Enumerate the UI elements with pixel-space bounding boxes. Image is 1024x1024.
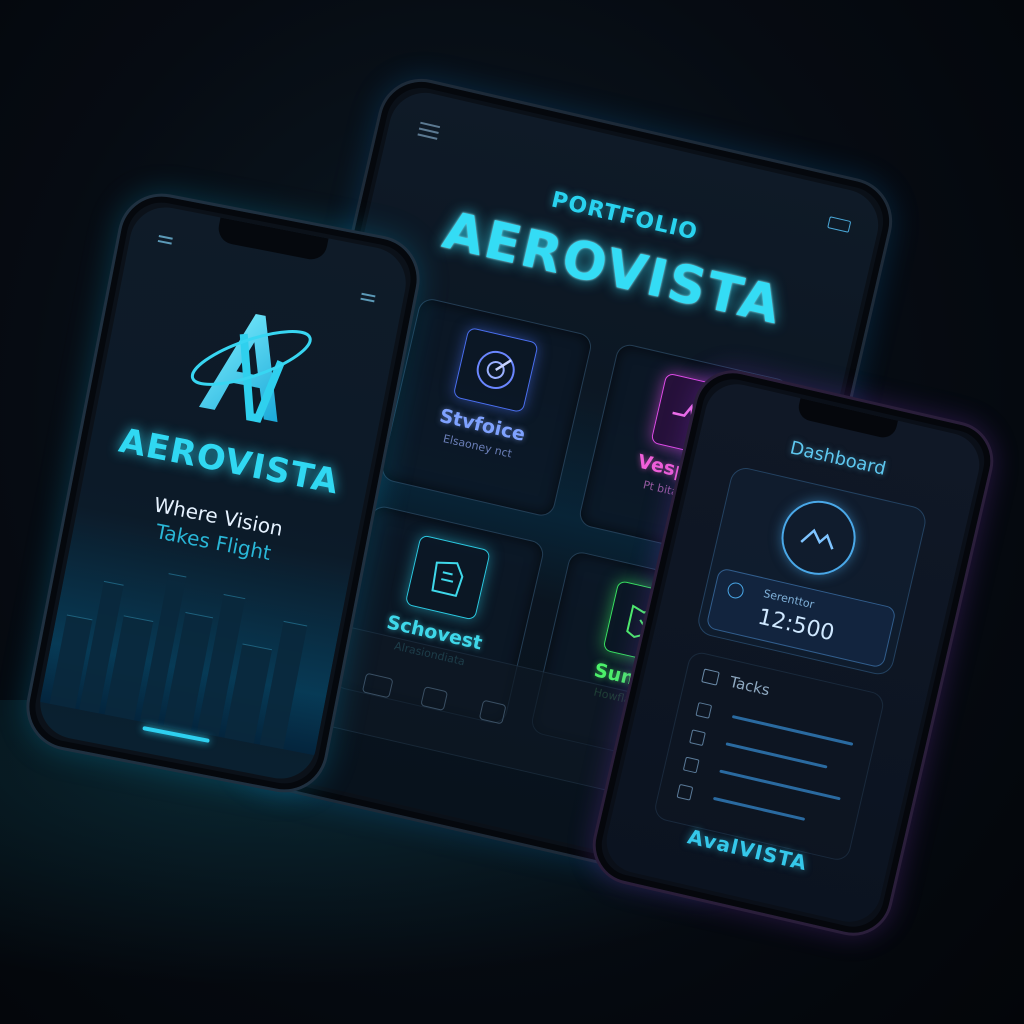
- dashboard-card: Serenttor 12:500: [695, 464, 929, 678]
- document-icon: [404, 534, 491, 621]
- menu-icon[interactable]: [157, 232, 173, 247]
- checkbox-icon[interactable]: [676, 783, 694, 801]
- battery-icon: [827, 216, 852, 233]
- folder-icon[interactable]: [361, 672, 394, 699]
- hamburger-menu-icon[interactable]: [417, 118, 441, 144]
- av-monogram-icon: [156, 281, 340, 449]
- task-text-placeholder: [712, 796, 806, 821]
- phone-notch: [215, 217, 329, 263]
- task-text-placeholder: [725, 742, 828, 769]
- target-icon: [452, 326, 539, 414]
- clock-icon: [725, 580, 746, 601]
- phone-notch: [796, 398, 898, 441]
- checkbox-icon[interactable]: [689, 729, 706, 747]
- menu-icon[interactable]: [360, 290, 376, 305]
- tasks-icon: [701, 668, 720, 686]
- metric-row[interactable]: Serenttor 12:500: [705, 567, 897, 669]
- portfolio-tile[interactable]: Stvfoice Elsaoney nct: [379, 296, 594, 519]
- briefcase-icon[interactable]: [478, 699, 507, 725]
- tasks-title: Tacks: [727, 672, 772, 700]
- checkbox-icon[interactable]: [695, 702, 713, 719]
- task-text-placeholder: [731, 714, 854, 746]
- metric-value: 12:500: [755, 604, 837, 647]
- checkbox-icon[interactable]: [682, 756, 700, 774]
- window-icon[interactable]: [420, 686, 449, 711]
- chart-gauge-icon: [774, 493, 863, 583]
- task-text-placeholder: [719, 769, 841, 801]
